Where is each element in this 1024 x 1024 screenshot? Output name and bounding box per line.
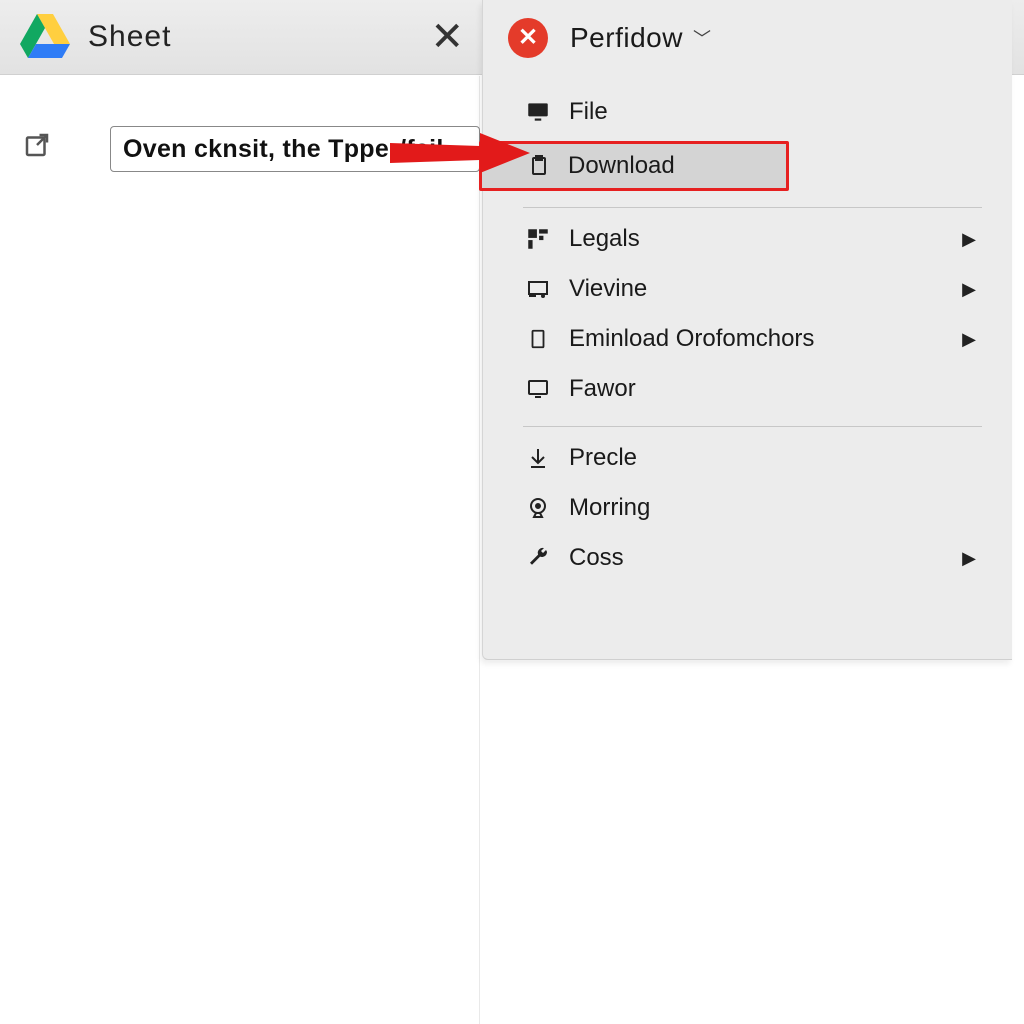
menu-item-legals[interactable]: Legals ▶	[523, 214, 982, 264]
menu-item-precle[interactable]: Precle	[523, 433, 982, 483]
menu-item-label: File	[569, 98, 608, 126]
open-external-icon[interactable]	[22, 130, 54, 162]
menu-item-label: Download	[568, 152, 675, 180]
menu-item-label: Fawor	[569, 375, 636, 403]
dropdown-menu: ✕ Perfidow ﹀ File Download Legals ▶ Vievine ▶…	[482, 0, 1012, 660]
screen-icon	[523, 374, 553, 404]
title-input[interactable]: Oven cknsit, the Tpper/fail	[110, 126, 480, 172]
menu-header[interactable]: ✕ Perfidow ﹀	[483, 0, 1012, 75]
menu-list: FileDownloadLegals▶Vievine▶Eminload Orof…	[483, 75, 1012, 605]
menu-item-label: Precle	[569, 444, 637, 472]
menu-item-label: Vievine	[569, 275, 647, 303]
menu-item-morring[interactable]: Morring	[523, 483, 982, 533]
chevron-right-icon: ▶	[962, 329, 976, 350]
chevron-right-icon: ▶	[962, 279, 976, 300]
chevron-right-icon: ▶	[962, 229, 976, 250]
webcam-icon	[523, 493, 553, 523]
wrench-icon	[523, 543, 553, 573]
menu-group: Precle Morring Coss ▶	[523, 427, 982, 595]
document-area	[0, 76, 480, 1024]
drive-logo-icon	[20, 14, 70, 60]
app-title: Sheet	[88, 20, 171, 54]
menu-title: Perfidow ﹀	[570, 22, 711, 54]
clipboard-icon	[524, 151, 554, 181]
menu-group: Legals ▶ Vievine ▶ Eminload Orofomchors ▶ Fawo…	[523, 208, 982, 427]
page-icon	[523, 324, 553, 354]
menu-title-text: Perfidow	[570, 22, 683, 54]
monitor-icon	[523, 97, 553, 127]
menu-item-download[interactable]: Download	[479, 141, 789, 191]
dashboard-icon	[523, 224, 553, 254]
close-button[interactable]: ✕	[430, 17, 464, 57]
layout-icon	[523, 274, 553, 304]
menu-item-vievine[interactable]: Vievine ▶	[523, 264, 982, 314]
menu-item-label: Morring	[569, 494, 650, 522]
download-icon	[523, 443, 553, 473]
chevron-right-icon: ▶	[962, 548, 976, 569]
menu-group: File Download	[523, 81, 982, 208]
title-text: Oven cknsit, the Tpper/fail	[123, 135, 444, 164]
chevron-down-icon: ﹀	[693, 25, 712, 51]
menu-item-coss[interactable]: Coss ▶	[523, 533, 982, 583]
menu-item-file[interactable]: File	[523, 87, 982, 137]
menu-item-label: Eminload Orofomchors	[569, 325, 814, 353]
close-icon[interactable]: ✕	[508, 18, 548, 58]
menu-item-fawor[interactable]: Fawor	[523, 364, 982, 414]
menu-item-eminload-orofomchors[interactable]: Eminload Orofomchors ▶	[523, 314, 982, 364]
menu-item-label: Coss	[569, 544, 624, 572]
menu-item-label: Legals	[569, 225, 640, 253]
